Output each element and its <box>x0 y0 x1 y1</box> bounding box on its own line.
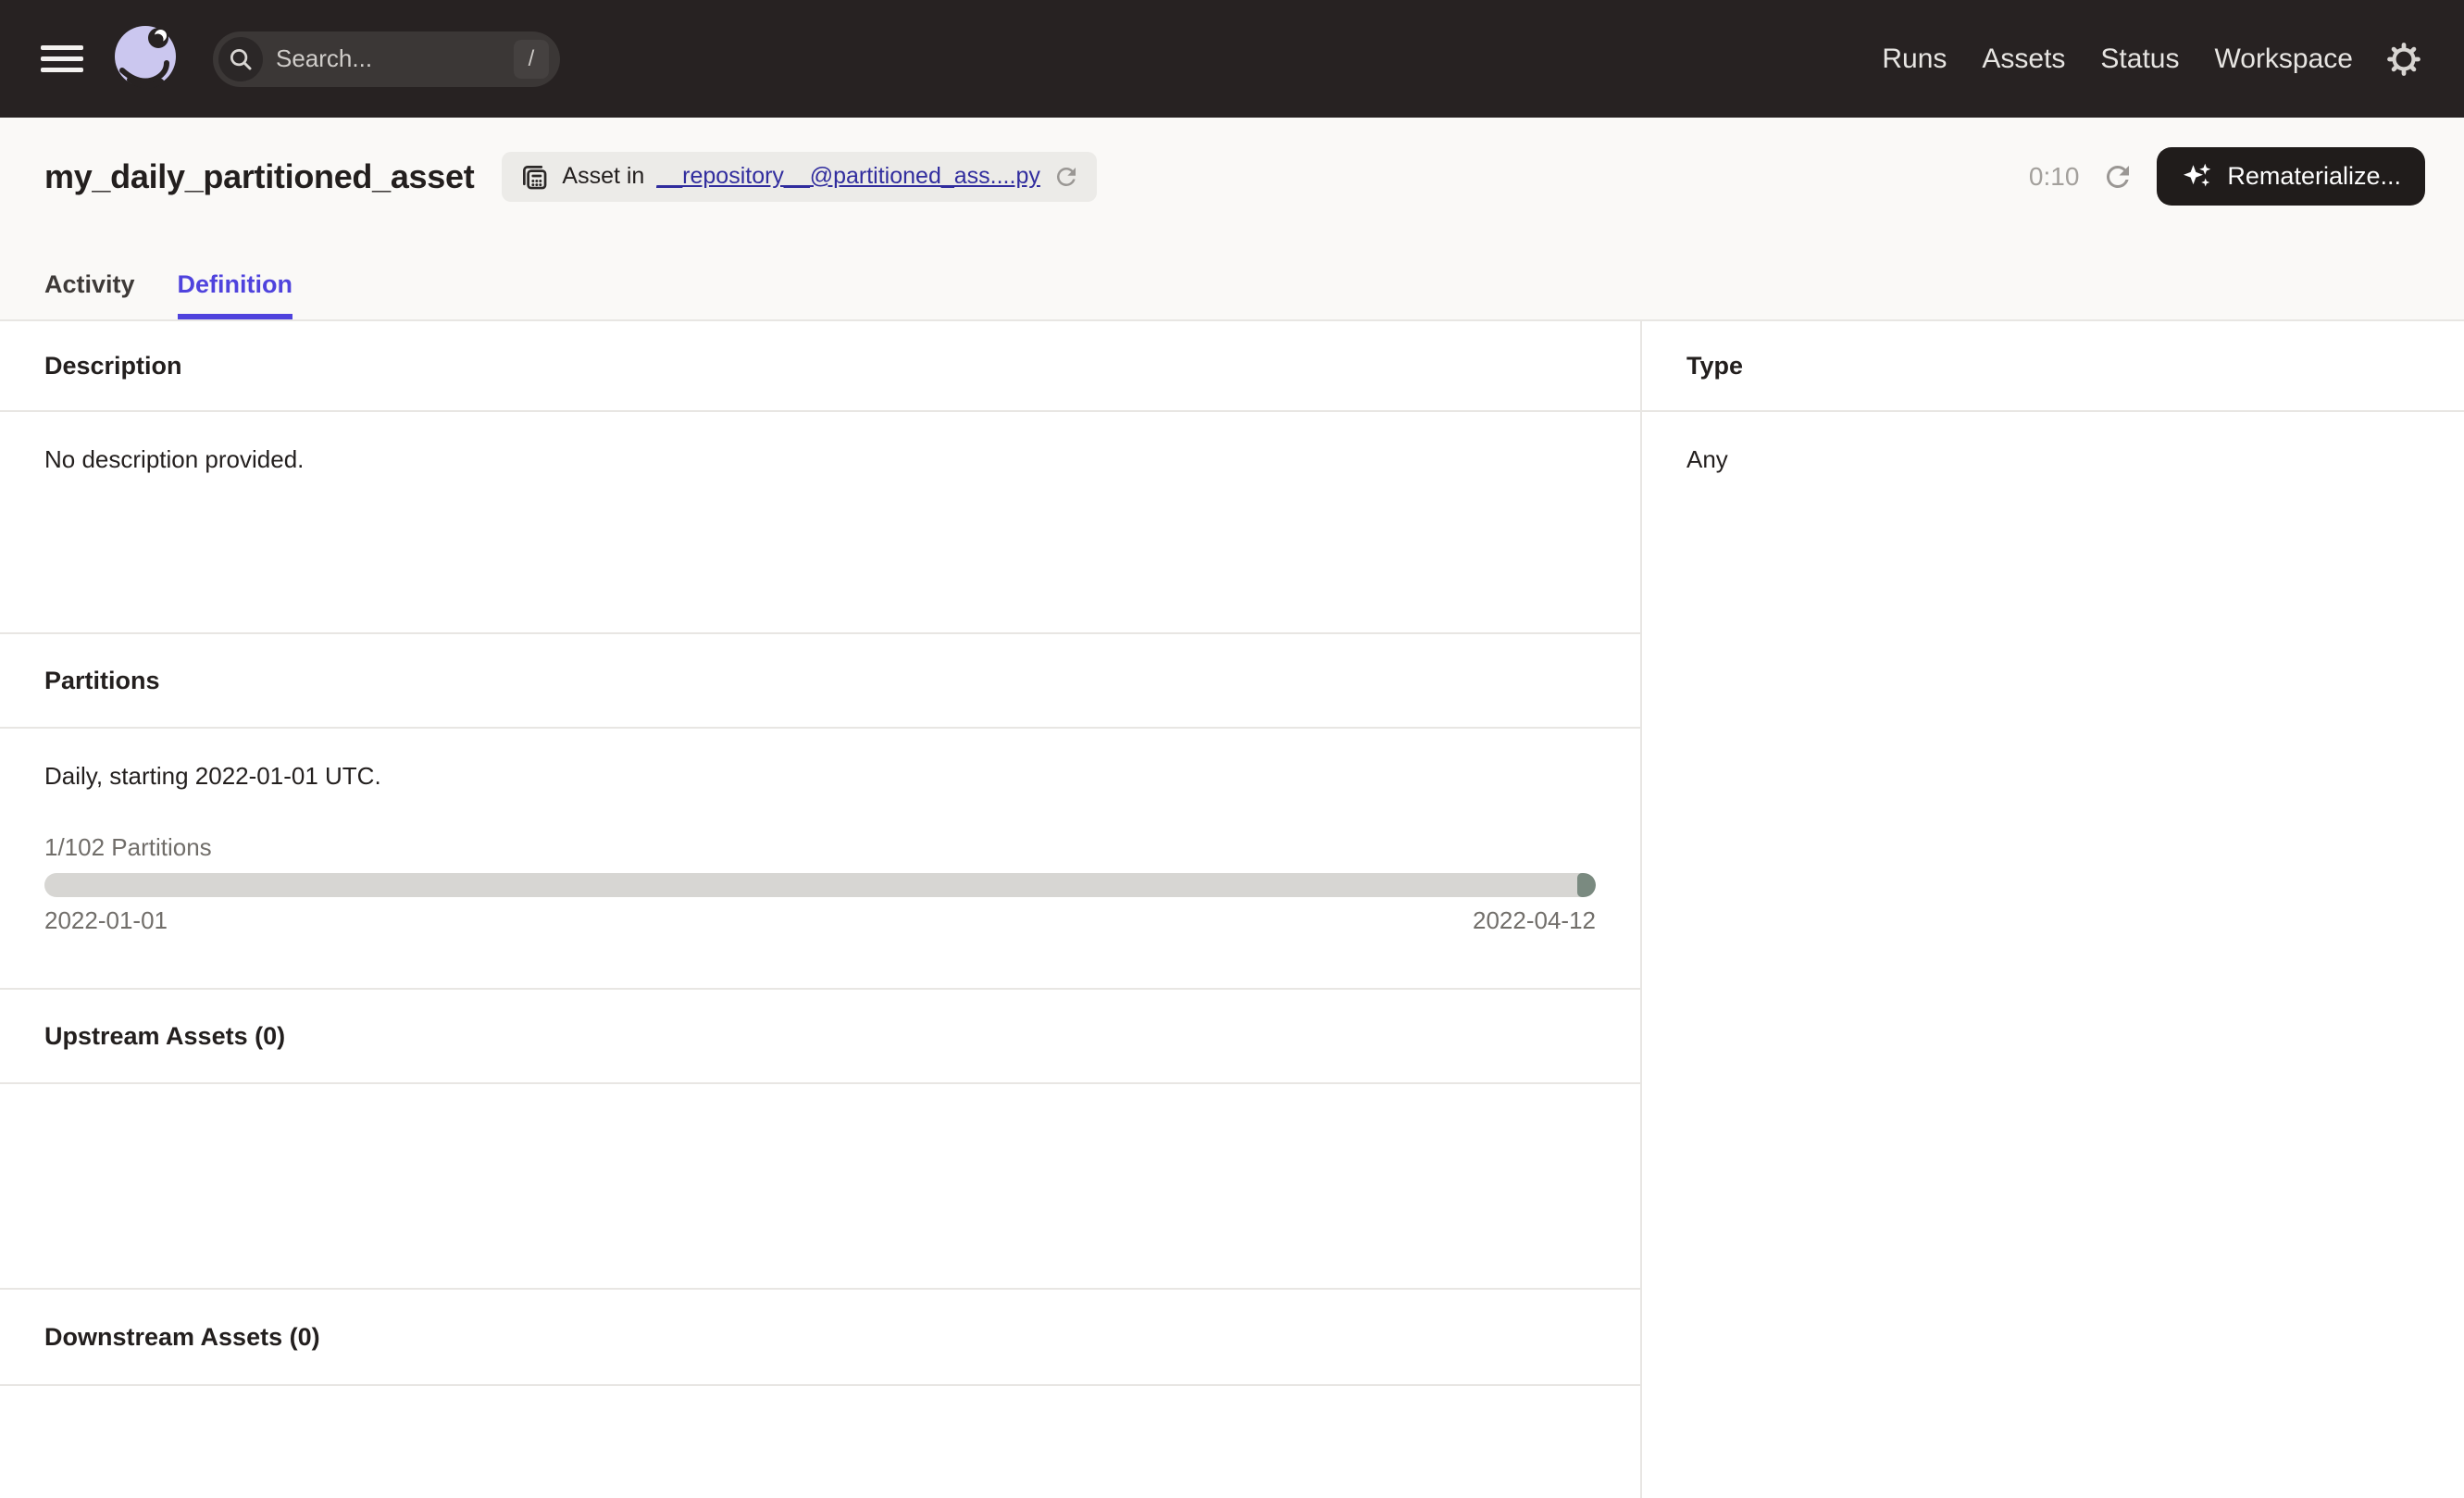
reload-location-button[interactable] <box>1052 163 1080 191</box>
navbar-links: Runs Assets Status Workspace <box>1882 44 2353 75</box>
global-search[interactable]: / <box>213 31 560 87</box>
type-section-header: Type <box>1642 321 2464 412</box>
partitions-body: Daily, starting 2022-01-01 UTC. 1/102 Pa… <box>0 729 1640 990</box>
partitions-schedule: Daily, starting 2022-01-01 UTC. <box>44 762 1596 791</box>
partitions-start-date: 2022-01-01 <box>44 906 168 935</box>
slash-shortcut-badge: / <box>514 40 549 79</box>
dagster-logo[interactable] <box>111 24 181 94</box>
partitions-section-header: Partitions <box>0 634 1640 729</box>
sparkles-icon <box>2181 160 2214 193</box>
description-body: No description provided. <box>0 412 1640 634</box>
tab-definition[interactable]: Definition <box>178 270 292 319</box>
page-header: my_daily_partitioned_asset Asset in __re… <box>0 118 2464 321</box>
asset-tabs: Activity Definition <box>0 270 2464 319</box>
asset-location-badge: Asset in __repository__@partitioned_ass.… <box>502 152 1096 202</box>
reload-icon <box>1052 163 1080 191</box>
right-column: Type Any <box>1642 321 2464 1498</box>
repository-link[interactable]: __repository__@partitioned_ass....py <box>656 163 1040 190</box>
upstream-body <box>0 1084 1640 1290</box>
refresh-icon <box>2101 160 2134 193</box>
top-navbar: / Runs Assets Status Workspace <box>0 0 2464 118</box>
search-icon <box>227 45 255 73</box>
gear-icon <box>2386 42 2421 77</box>
page-title: my_daily_partitioned_asset <box>44 157 474 196</box>
menu-button[interactable] <box>41 45 83 72</box>
search-input[interactable] <box>276 44 514 73</box>
partitions-progress-bar <box>44 873 1596 897</box>
left-column: Description No description provided. Par… <box>0 321 1642 1498</box>
definition-content: Description No description provided. Par… <box>0 321 2464 1498</box>
nav-link-runs[interactable]: Runs <box>1882 44 1947 75</box>
tab-activity[interactable]: Activity <box>44 270 135 319</box>
downstream-section-header: Downstream Assets (0) <box>0 1290 1640 1386</box>
partitions-end-date: 2022-04-12 <box>1473 906 1596 935</box>
downstream-body <box>0 1386 1640 1498</box>
type-value: Any <box>1642 412 2464 1498</box>
nav-link-assets[interactable]: Assets <box>1982 44 2065 75</box>
repository-icon <box>518 161 550 193</box>
upstream-section-header: Upstream Assets (0) <box>0 990 1640 1084</box>
settings-button[interactable] <box>2386 42 2421 77</box>
partitions-count-label: 1/102 Partitions <box>44 833 1596 862</box>
refresh-countdown: 0:10 <box>2029 162 2080 192</box>
nav-link-status[interactable]: Status <box>2100 44 2179 75</box>
rematerialize-button[interactable]: Rematerialize... <box>2157 147 2425 206</box>
description-section-header: Description <box>0 321 1640 412</box>
partitions-progress-fill <box>1577 873 1596 897</box>
hamburger-icon <box>41 45 83 50</box>
asset-in-label: Asset in <box>562 163 644 190</box>
refresh-button[interactable] <box>2101 160 2134 193</box>
nav-link-workspace[interactable]: Workspace <box>2214 44 2353 75</box>
rematerialize-label: Rematerialize... <box>2227 162 2401 191</box>
